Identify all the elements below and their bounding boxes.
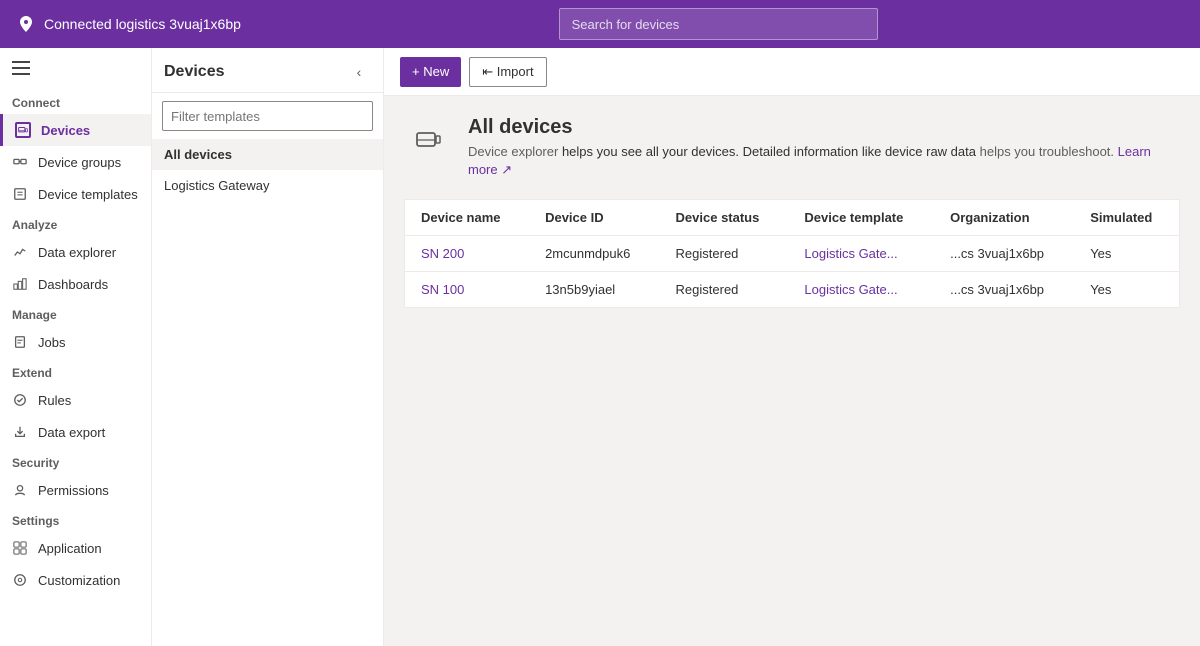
jobs-icon	[12, 334, 28, 350]
section-security: Security	[0, 448, 151, 474]
sidebar-item-data-explorer[interactable]: Data explorer	[0, 236, 151, 268]
devices-nav-logistics[interactable]: Logistics Gateway	[152, 170, 383, 201]
menu-icon	[12, 61, 30, 75]
cell-device-template[interactable]: Logistics Gate...	[788, 236, 934, 272]
location-icon	[16, 14, 36, 34]
content-toolbar: + New ⇤ Import	[384, 48, 1200, 96]
app-logo: Connected logistics 3vuaj1x6bp	[16, 14, 241, 34]
device-templates-icon	[12, 186, 28, 202]
sidebar-item-application[interactable]: Application	[0, 532, 151, 564]
sidebar-item-customization[interactable]: Customization	[0, 564, 151, 596]
devices-panel-title: Devices	[164, 63, 225, 81]
sidebar-item-jobs[interactable]: Jobs	[0, 326, 151, 358]
devices-panel: Devices ‹ All devices Logistics Gateway	[152, 48, 384, 646]
desc-part2: helps you troubleshoot.	[980, 144, 1118, 159]
sidebar-label-rules: Rules	[38, 393, 71, 408]
devices-panel-header: Devices ‹	[152, 48, 383, 93]
device-template-link[interactable]: Logistics Gate...	[804, 246, 897, 261]
cell-device-name[interactable]: SN 100	[405, 272, 530, 308]
content-area: + New ⇤ Import All devices Device explor…	[384, 48, 1200, 646]
dashboards-icon	[12, 276, 28, 292]
hamburger-button[interactable]	[0, 48, 151, 88]
cell-simulated: Yes	[1074, 236, 1179, 272]
sidebar-label-dashboards: Dashboards	[38, 277, 108, 292]
devices-icon	[15, 122, 31, 138]
sidebar-label-jobs: Jobs	[38, 335, 65, 350]
cell-device-id: 2mcunmdpuk6	[529, 236, 659, 272]
rules-icon	[12, 392, 28, 408]
sidebar-label-device-templates: Device templates	[38, 187, 138, 202]
app-name: Connected logistics 3vuaj1x6bp	[44, 16, 241, 32]
content-body: All devices Device explorer helps you se…	[384, 96, 1200, 646]
devices-table: Device name Device ID Device status Devi…	[404, 199, 1180, 308]
device-template-link[interactable]: Logistics Gate...	[804, 282, 897, 297]
sidebar-label-application: Application	[38, 541, 102, 556]
section-manage: Manage	[0, 300, 151, 326]
collapse-panel-button[interactable]: ‹	[347, 60, 371, 84]
cell-simulated: Yes	[1074, 272, 1179, 308]
table-header-row: Device name Device ID Device status Devi…	[405, 200, 1180, 236]
import-button[interactable]: ⇤ Import	[469, 57, 546, 87]
cell-organization: ...cs 3vuaj1x6bp	[934, 272, 1074, 308]
devices-nav-all[interactable]: All devices	[152, 139, 383, 170]
device-name-link[interactable]: SN 100	[421, 282, 464, 297]
sidebar-label-permissions: Permissions	[38, 483, 109, 498]
cell-device-name[interactable]: SN 200	[405, 236, 530, 272]
sidebar-label-devices: Devices	[41, 123, 90, 138]
search-bar[interactable]: Search for devices	[559, 8, 879, 40]
application-icon	[12, 540, 28, 556]
data-export-icon	[12, 424, 28, 440]
section-analyze: Analyze	[0, 210, 151, 236]
sidebar-item-device-templates[interactable]: Device templates	[0, 178, 151, 210]
filter-templates-input[interactable]	[162, 101, 373, 131]
table-body: SN 200 2mcunmdpuk6 Registered Logistics …	[405, 236, 1180, 308]
sidebar-label-customization: Customization	[38, 573, 120, 588]
col-device-id: Device ID	[529, 200, 659, 236]
sidebar-item-device-groups[interactable]: Device groups	[0, 146, 151, 178]
sidebar-item-data-export[interactable]: Data export	[0, 416, 151, 448]
all-devices-info: All devices Device explorer helps you se…	[468, 116, 1180, 179]
sidebar-item-devices[interactable]: Devices	[0, 114, 151, 146]
cell-device-id: 13n5b9yiael	[529, 272, 659, 308]
section-extend: Extend	[0, 358, 151, 384]
desc-highlight: helps you see all your devices. Detailed…	[562, 144, 980, 159]
desc-part1: Device explorer	[468, 144, 562, 159]
topbar: Connected logistics 3vuaj1x6bp Search fo…	[0, 0, 1200, 48]
data-explorer-icon	[12, 244, 28, 260]
col-simulated: Simulated	[1074, 200, 1179, 236]
col-device-status: Device status	[660, 200, 789, 236]
table-row: SN 100 13n5b9yiael Registered Logistics …	[405, 272, 1180, 308]
all-devices-description: Device explorer helps you see all your d…	[468, 143, 1180, 179]
server-icon	[414, 126, 442, 154]
device-groups-icon	[12, 154, 28, 170]
sidebar-item-permissions[interactable]: Permissions	[0, 474, 151, 506]
all-devices-header: All devices Device explorer helps you se…	[404, 116, 1180, 179]
table-row: SN 200 2mcunmdpuk6 Registered Logistics …	[405, 236, 1180, 272]
sidebar-label-data-export: Data export	[38, 425, 105, 440]
all-devices-icon	[404, 116, 452, 164]
col-organization: Organization	[934, 200, 1074, 236]
sidebar-label-device-groups: Device groups	[38, 155, 121, 170]
device-name-link[interactable]: SN 200	[421, 246, 464, 261]
sidebar-item-dashboards[interactable]: Dashboards	[0, 268, 151, 300]
sidebar: Connect Devices Device groups Device tem…	[0, 48, 152, 646]
customization-icon	[12, 572, 28, 588]
all-devices-title: All devices	[468, 116, 1180, 139]
sidebar-label-data-explorer: Data explorer	[38, 245, 116, 260]
cell-device-template[interactable]: Logistics Gate...	[788, 272, 934, 308]
sidebar-item-rules[interactable]: Rules	[0, 384, 151, 416]
col-device-template: Device template	[788, 200, 934, 236]
permissions-icon	[12, 482, 28, 498]
new-button[interactable]: + New	[400, 57, 461, 87]
search-placeholder: Search for devices	[572, 17, 680, 32]
section-connect: Connect	[0, 88, 151, 114]
cell-device-status: Registered	[660, 236, 789, 272]
cell-device-status: Registered	[660, 272, 789, 308]
cell-organization: ...cs 3vuaj1x6bp	[934, 236, 1074, 272]
section-settings: Settings	[0, 506, 151, 532]
col-device-name: Device name	[405, 200, 530, 236]
